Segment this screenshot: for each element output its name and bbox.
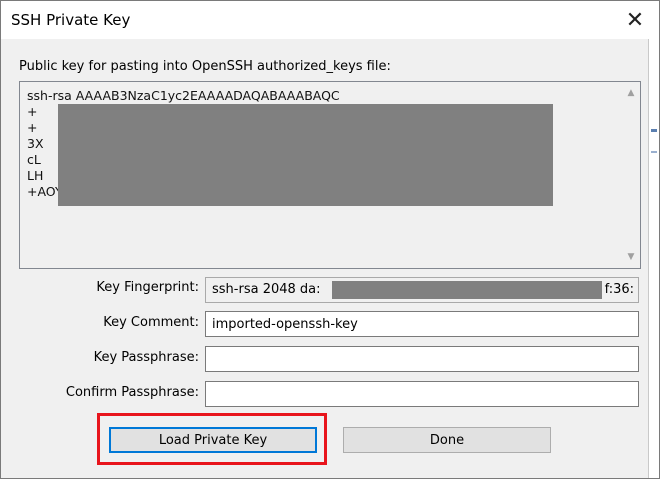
background-marker [651, 151, 657, 153]
title-bar: SSH Private Key ✕ [1, 1, 659, 39]
key-comment-field[interactable] [205, 311, 639, 337]
public-key-label: Public key for pasting into OpenSSH auth… [19, 59, 391, 74]
confirm-passphrase-field[interactable] [205, 381, 639, 407]
redaction-block [332, 281, 602, 299]
window-title: SSH Private Key [11, 11, 131, 29]
fingerprint-label: Key Fingerprint: [96, 280, 199, 295]
scroll-up-icon[interactable]: ▲ [622, 84, 640, 102]
public-key-line: ssh-rsa AAAAB3NzaC1yc2EAAAADAQABAAABAQC [27, 88, 340, 103]
redaction-block [58, 104, 553, 206]
public-key-textarea[interactable]: ssh-rsa AAAAB3NzaC1yc2EAAAADAQABAAABAQC +… [19, 81, 641, 269]
confirm-passphrase-label: Confirm Passphrase: [65, 385, 199, 400]
scroll-down-icon[interactable]: ▼ [622, 248, 640, 266]
ssh-private-key-dialog: SSH Private Key ✕ Public key for pasting… [0, 0, 660, 479]
close-button[interactable]: ✕ [619, 5, 651, 35]
comment-label: Key Comment: [103, 315, 199, 330]
background-window-edge [648, 39, 659, 478]
highlight-annotation [97, 413, 327, 465]
fingerprint-value-end: f:36: [604, 282, 634, 297]
public-key-scrollbar[interactable]: ▲ ▼ [622, 82, 640, 268]
fingerprint-field[interactable]: ssh-rsa 2048 da: f:36: [205, 277, 639, 303]
passphrase-label: Key Passphrase: [93, 350, 199, 365]
key-passphrase-field[interactable] [205, 346, 639, 372]
background-marker [651, 129, 657, 132]
done-button[interactable]: Done [343, 427, 551, 453]
fingerprint-value-start: ssh-rsa 2048 da: [212, 282, 321, 297]
